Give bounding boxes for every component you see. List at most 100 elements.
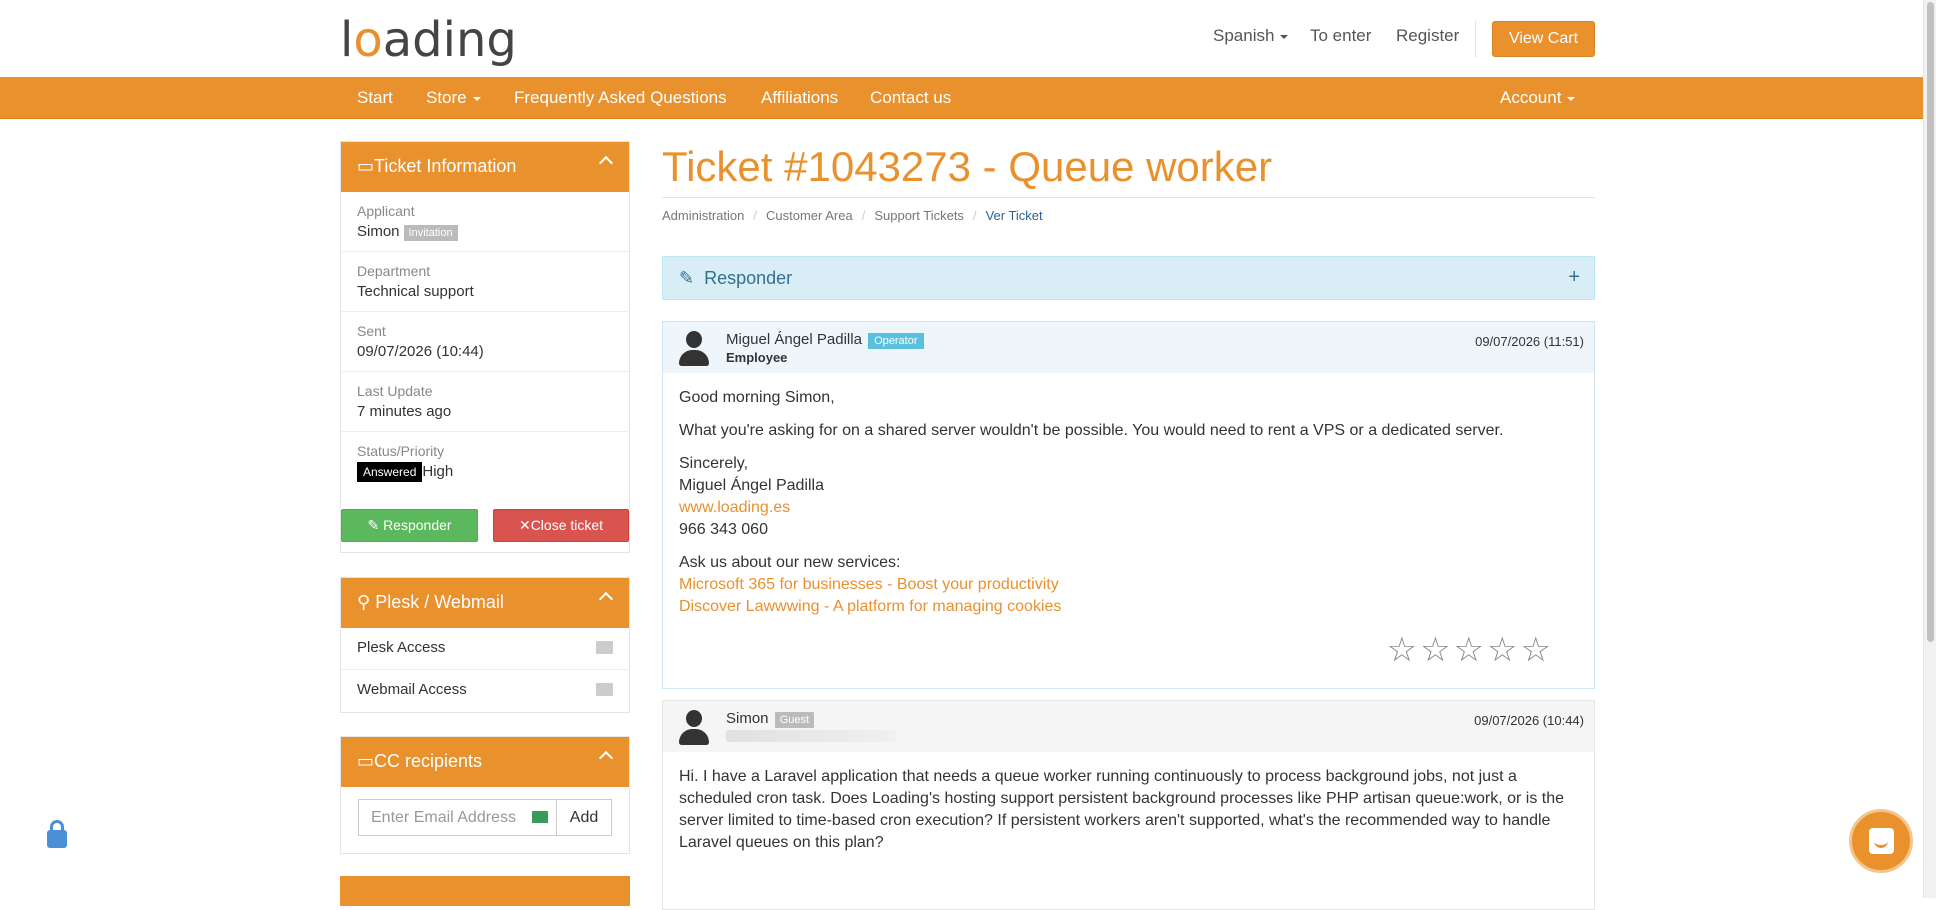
site-logo[interactable]: loading	[340, 12, 517, 68]
link-icon: ⚲	[357, 592, 371, 612]
chevron-up-icon[interactable]	[598, 155, 614, 171]
cc-icon: ▭	[357, 751, 375, 771]
breadcrumb-item[interactable]: Customer Area	[766, 208, 853, 223]
rating-stars[interactable]: ☆☆☆☆☆	[1387, 630, 1554, 670]
message-customer: Simon Guest 09/07/2026 (10:44) Hi. I hav…	[662, 700, 1595, 910]
breadcrumb: Administration / Customer Area / Support Tic…	[662, 208, 1043, 223]
login-link[interactable]: To enter	[1310, 26, 1371, 46]
nav-account[interactable]: Account	[1500, 88, 1576, 108]
register-link[interactable]: Register	[1396, 26, 1459, 46]
nav-contact[interactable]: Contact us	[870, 88, 951, 108]
close-icon: ✕	[518, 517, 531, 533]
breadcrumb-current: Ver Ticket	[985, 208, 1043, 223]
pencil-icon: ✎	[367, 517, 380, 533]
department-value: Technical support	[357, 283, 474, 300]
plesk-header[interactable]: ⚲ Plesk / Webmail	[341, 578, 629, 628]
sent-field: Sent 09/07/2026 (10:44)	[341, 312, 629, 372]
top-header: loading Spanish To enter Register View C…	[0, 0, 1923, 77]
chevron-down-icon	[1280, 34, 1289, 39]
cc-email-input[interactable]: Enter Email Address	[358, 799, 556, 836]
last-update-field: Last Update 7 minutes ago	[341, 372, 629, 432]
message-operator: Miguel Ángel Padilla Operator Employee 0…	[662, 321, 1595, 689]
ticket-info-panel: ▭Ticket Information Applicant Simon Invit…	[340, 141, 630, 553]
author-name: Simon	[726, 710, 769, 727]
priority-value: High	[422, 463, 454, 480]
reply-button[interactable]: ✎ Responder	[341, 509, 478, 542]
chevron-down-icon	[1567, 96, 1576, 101]
nav-store-label: Store	[426, 88, 467, 107]
close-ticket-button[interactable]: ✕Close ticket	[493, 509, 629, 542]
server-icon	[596, 641, 613, 654]
plesk-access-label: Plesk Access	[357, 639, 446, 656]
field-label: Last Update	[357, 383, 433, 399]
responder-toggle[interactable]: ✎ Responder +	[662, 256, 1595, 300]
view-cart-button[interactable]: View Cart	[1492, 21, 1595, 57]
nav-store[interactable]: Store	[426, 88, 481, 108]
status-field: Status/Priority Answered High	[341, 432, 629, 494]
avatar-icon	[679, 710, 709, 746]
next-panel-header[interactable]	[340, 876, 630, 906]
message-greeting: Good morning Simon,	[679, 389, 835, 406]
pencil-icon: ✎	[679, 268, 695, 288]
sent-value: 09/07/2026 (10:44)	[357, 343, 484, 360]
message-text: What you're asking for on a shared serve…	[679, 422, 1504, 439]
chevron-down-icon	[472, 96, 481, 101]
service-link[interactable]: Discover Lawwwing - A platform for manag…	[679, 596, 1578, 618]
main-nav: Start Store Frequently Asked Questions A…	[0, 77, 1923, 119]
email-icon	[532, 811, 548, 823]
service-link[interactable]: Microsoft 365 for businesses - Boost you…	[679, 574, 1578, 596]
ticket-icon: ▭	[357, 156, 375, 176]
status-badge: Answered	[357, 462, 423, 482]
field-label: Status/Priority	[357, 443, 445, 459]
cc-panel: ▭CC recipients	[340, 736, 630, 854]
nav-start[interactable]: Start	[357, 88, 393, 108]
responder-label: Responder	[704, 268, 793, 288]
operator-badge: Operator	[868, 333, 924, 349]
plesk-panel: ⚲ Plesk / Webmail Plesk Access Webmail A…	[340, 577, 630, 713]
chevron-up-icon[interactable]	[598, 750, 614, 766]
header-divider	[1475, 20, 1476, 58]
webmail-access-link[interactable]: Webmail Access	[341, 670, 629, 712]
reply-label: Responder	[383, 517, 452, 533]
plus-icon[interactable]: +	[1568, 266, 1580, 289]
department-field: Department Technical support	[341, 252, 629, 312]
services-heading: Ask us about our new services:	[679, 554, 901, 571]
last-update-value: 7 minutes ago	[357, 403, 452, 420]
scrollbar-thumb[interactable]	[1927, 2, 1934, 642]
message-body: Good morning Simon, What you're asking f…	[663, 373, 1594, 632]
message-date: 09/07/2026 (11:51)	[1475, 334, 1584, 349]
message-header: Miguel Ángel Padilla Operator Employee 0…	[663, 322, 1594, 373]
panel-title: Plesk / Webmail	[375, 592, 504, 612]
chat-icon[interactable]	[1849, 809, 1913, 873]
breadcrumb-item[interactable]: Support Tickets	[874, 208, 964, 223]
add-cc-button[interactable]: Add	[556, 799, 612, 836]
logo-text-2: ading	[382, 12, 517, 68]
panel-title: Ticket Information	[374, 156, 517, 176]
email-placeholder: Enter Email Address	[371, 809, 516, 826]
panel-title: CC recipients	[374, 751, 483, 771]
field-label: Sent	[357, 323, 386, 339]
website-link[interactable]: www.loading.es	[679, 497, 1578, 519]
nav-faq[interactable]: Frequently Asked Questions	[514, 88, 727, 108]
signature-line: Sincerely,	[679, 455, 749, 472]
chevron-up-icon[interactable]	[598, 591, 614, 607]
signature-phone: 966 343 060	[679, 521, 768, 538]
logo-text-o: o	[353, 12, 383, 68]
language-dropdown[interactable]: Spanish	[1213, 26, 1289, 46]
page-scrollbar[interactable]	[1923, 0, 1936, 898]
applicant-field: Applicant Simon Invitation	[341, 192, 629, 252]
security-lock-icon[interactable]	[26, 811, 86, 871]
breadcrumb-item[interactable]: Administration	[662, 208, 744, 223]
author-role: Employee	[726, 350, 788, 365]
guest-badge: Guest	[774, 712, 815, 728]
cc-header[interactable]: ▭CC recipients	[341, 737, 629, 787]
plesk-access-link[interactable]: Plesk Access	[341, 628, 629, 670]
nav-affiliations[interactable]: Affiliations	[761, 88, 838, 108]
ticket-info-header[interactable]: ▭Ticket Information	[341, 142, 629, 192]
title-divider	[662, 197, 1595, 198]
nav-account-label: Account	[1500, 88, 1562, 107]
message-text: Hi. I have a Laravel application that ne…	[679, 768, 1565, 851]
redacted-email	[726, 730, 896, 742]
language-label: Spanish	[1213, 26, 1275, 45]
author-name: Miguel Ángel Padilla	[726, 331, 862, 348]
